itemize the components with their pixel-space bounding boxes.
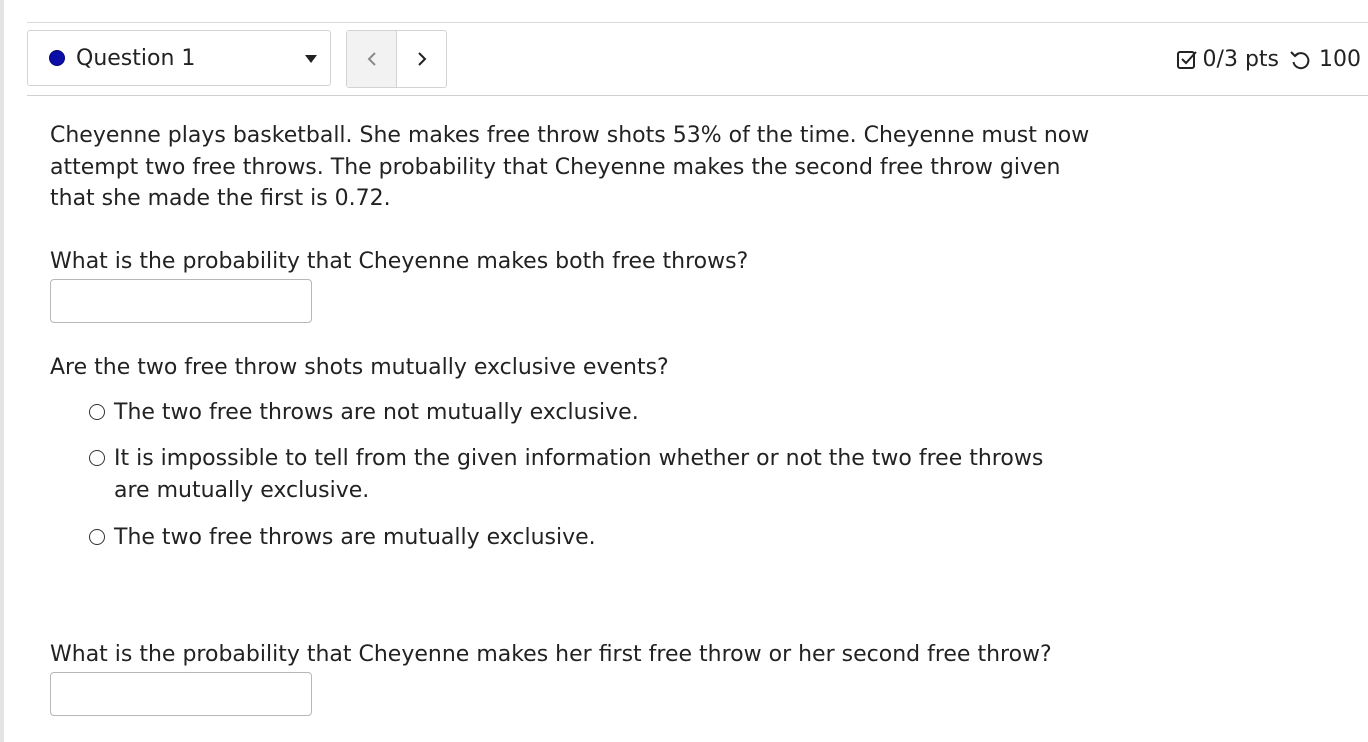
attempts-text: 100 [1319,47,1361,72]
part1-question: What is the probability that Cheyenne ma… [50,248,749,274]
question-nav [346,30,447,88]
header-divider [27,95,1368,96]
radio-option[interactable]: The two free throws are not mutually exc… [50,397,1110,429]
next-question-button[interactable] [397,31,446,87]
radio-option[interactable]: It is impossible to tell from the given … [50,443,1110,506]
chevron-left-icon [367,52,376,66]
question-selector-label: Question 1 [76,46,196,71]
caret-down-icon [305,55,317,63]
radio-option-label: The two free throws are mutually exclusi… [114,525,596,550]
previous-question-button[interactable] [347,31,397,87]
question-selector[interactable]: Question 1 [27,30,331,86]
retry-icon [1290,51,1310,70]
status-dot-icon [49,50,65,66]
radio-button[interactable] [89,403,105,420]
left-rail [0,0,4,742]
radio-option-label: It is impossible to tell from the given … [114,446,1044,503]
question-prompt: Cheyenne plays basketball. She makes fre… [50,123,1090,211]
part2-question: Are the two free throw shots mutually ex… [50,355,669,380]
checkbox-icon [1176,51,1197,69]
radio-option[interactable]: The two free throws are mutually exclusi… [50,522,1110,554]
radio-button[interactable] [89,529,105,545]
part2-options: The two free throws are not mutually exc… [50,397,1110,554]
radio-button[interactable] [89,450,105,466]
radio-option-label: The two free throws are not mutually exc… [114,399,639,425]
question-content: Cheyenne plays basketball. She makes fre… [50,120,1110,716]
score-text: 0/3 pts [1202,47,1279,72]
score-area: 0/3 pts 100 [1176,46,1361,74]
chevron-right-icon [417,52,426,66]
top-divider [27,22,1368,23]
part3-question: What is the probability that Cheyenne ma… [50,641,1052,667]
part1-answer-input[interactable] [50,279,312,323]
part3-answer-input[interactable] [50,672,312,716]
